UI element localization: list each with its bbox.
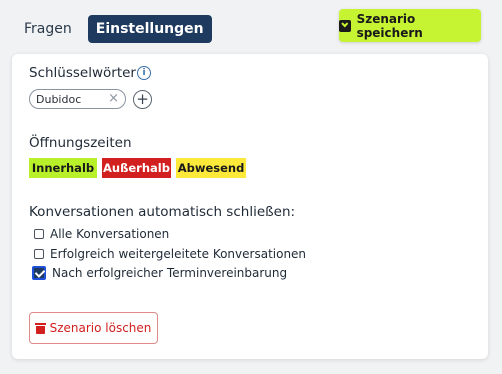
checkbox-checked[interactable]: [32, 266, 46, 280]
save-scenario-label: Szenario speichern: [356, 11, 423, 40]
badge-innerhalb[interactable]: Innerhalb: [29, 158, 97, 178]
badge-abwesend[interactable]: Abwesend: [176, 158, 246, 178]
checkbox-label: Alle Konversationen: [50, 227, 170, 241]
tab-fragen[interactable]: Fragen: [16, 15, 80, 43]
tab-bar: Fragen Einstellungen: [16, 15, 212, 43]
checkbox[interactable]: [34, 249, 44, 259]
tab-einstellungen[interactable]: Einstellungen: [87, 15, 212, 43]
settings-card: Schlüsselwörter i Dubidoc × + Öffnungsze…: [12, 54, 488, 359]
badge-ausserhalb[interactable]: Außerhalb: [102, 158, 171, 178]
auto-close-option-forwarded[interactable]: Erfolgreich weitergeleitete Konversation…: [34, 247, 306, 261]
auto-close-option-appointment[interactable]: Nach erfolgreicher Terminvereinbarung: [32, 266, 288, 280]
download-icon: [339, 19, 351, 32]
delete-scenario-button[interactable]: Szenario löschen: [29, 312, 158, 344]
keyword-chip: Dubidoc ×: [29, 89, 126, 109]
info-icon[interactable]: i: [137, 66, 151, 80]
auto-close-label: Konversationen automatisch schließen:: [29, 204, 296, 220]
keywords-label: Schlüsselwörter: [29, 65, 136, 81]
trash-icon: [34, 322, 46, 334]
delete-scenario-label: Szenario löschen: [49, 321, 152, 335]
auto-close-option-all[interactable]: Alle Konversationen: [34, 227, 169, 241]
opening-hours-label: Öffnungszeiten: [29, 135, 132, 151]
save-scenario-button[interactable]: Szenario speichern: [339, 9, 481, 42]
checkbox-label: Erfolgreich weitergeleitete Konversation…: [50, 247, 307, 261]
remove-chip-icon[interactable]: ×: [108, 92, 119, 106]
checkbox-label: Nach erfolgreicher Terminvereinbarung: [52, 266, 288, 280]
keyword-chip-label: Dubidoc: [36, 92, 82, 106]
add-keyword-button[interactable]: +: [133, 90, 152, 109]
checkbox[interactable]: [34, 229, 44, 239]
